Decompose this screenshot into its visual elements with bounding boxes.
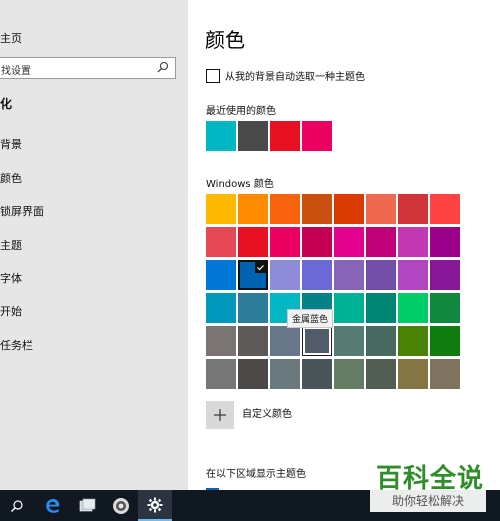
recent-color-swatch[interactable] [238,121,268,151]
show-accent-label: 在以下区域显示主题色 [206,469,306,480]
settings-icon [147,497,163,512]
windows-color-swatch[interactable] [238,293,268,323]
windows-color-swatch[interactable] [238,326,268,356]
windows-color-swatch[interactable] [302,227,332,257]
windows-color-swatch[interactable] [366,359,396,389]
color-tooltip: 金属蓝色 [287,309,334,328]
recent-color-swatch[interactable] [270,121,300,151]
search-text: 找设置 [1,66,31,77]
windows-color-swatch[interactable] [206,293,236,323]
search-icon [157,62,168,73]
taskbar-search-button[interactable] [0,490,34,521]
sidebar-item-home[interactable]: 主页 [0,30,22,46]
windows-color-swatch[interactable] [270,359,300,389]
app-icon [79,498,96,511]
windows-color-swatch[interactable] [430,260,460,290]
windows-color-swatch[interactable] [430,326,460,356]
section-title: 化 [0,97,13,111]
taskbar-app-button-2[interactable] [104,490,138,521]
edge-icon [46,498,60,513]
windows-color-swatch[interactable] [430,293,460,323]
windows-color-swatch[interactable] [366,260,396,290]
search-icon [11,499,23,512]
app-icon-2 [113,497,129,514]
windows-color-swatch[interactable] [206,359,236,389]
windows-colors-label: Windows 颜色 [206,179,274,190]
watermark-subtitle: 助你轻松解决 [370,490,486,512]
taskbar-app-button[interactable] [70,490,104,521]
watermark: 百科全说 助你轻松解决 [370,458,492,514]
windows-color-swatch[interactable] [238,359,268,389]
windows-color-swatch[interactable] [270,260,300,290]
windows-color-swatch[interactable] [366,194,396,224]
windows-color-swatch[interactable] [398,326,428,356]
sidebar-item-start[interactable]: 开始 [0,303,22,319]
windows-color-swatch[interactable] [206,326,236,356]
sidebar-item-colors[interactable]: 颜色 [0,170,22,186]
windows-color-swatch[interactable] [398,227,428,257]
windows-color-swatch[interactable] [270,194,300,224]
windows-color-swatch[interactable] [302,194,332,224]
windows-color-swatch[interactable] [206,260,236,290]
taskbar-edge-button[interactable] [36,490,70,521]
windows-color-swatch[interactable] [302,326,332,356]
windows-color-swatch[interactable] [366,326,396,356]
windows-color-swatch[interactable] [334,293,364,323]
search-input[interactable]: 找设置 [0,57,176,79]
windows-color-swatch[interactable] [398,359,428,389]
recent-colors-label: 最近使用的颜色 [206,106,276,117]
recent-color-swatch[interactable] [206,121,236,151]
sidebar-item-taskbar[interactable]: 任务栏 [0,337,33,353]
custom-color-label: 自定义颜色 [242,409,292,420]
sidebar-item-background[interactable]: 背景 [0,136,22,152]
sidebar: 主页 找设置 化 背景 颜色 锁屏界面 主题 字体 开始 任务栏 [0,0,188,490]
windows-color-swatch[interactable] [398,194,428,224]
windows-color-swatch[interactable] [334,194,364,224]
windows-color-swatch[interactable] [398,293,428,323]
recent-color-swatch[interactable] [302,121,332,151]
windows-color-swatch[interactable] [302,260,332,290]
windows-color-swatch[interactable] [270,326,300,356]
windows-color-swatch[interactable] [238,227,268,257]
auto-pick-label: 从我的背景自动选取一种主题色 [225,72,365,83]
windows-color-swatch[interactable] [430,194,460,224]
windows-color-swatch[interactable] [398,260,428,290]
sidebar-item-themes[interactable]: 主题 [0,237,22,253]
windows-color-swatch[interactable] [270,227,300,257]
auto-pick-checkbox[interactable] [206,69,220,83]
add-custom-color-button[interactable] [206,401,234,429]
taskbar-settings-button[interactable] [138,490,172,521]
windows-color-swatch[interactable] [238,260,268,290]
windows-color-swatch[interactable] [334,326,364,356]
windows-color-swatch[interactable] [302,359,332,389]
windows-color-swatch[interactable] [206,194,236,224]
page-title: 颜色 [205,28,245,52]
windows-color-swatch[interactable] [366,227,396,257]
windows-color-swatch[interactable] [334,359,364,389]
windows-color-swatch[interactable] [430,227,460,257]
plus-icon [214,409,226,421]
windows-color-swatch[interactable] [430,359,460,389]
sidebar-item-lockscreen[interactable]: 锁屏界面 [0,203,44,219]
windows-color-swatch[interactable] [206,227,236,257]
windows-color-swatch[interactable] [334,227,364,257]
windows-color-swatch[interactable] [238,194,268,224]
sidebar-item-fonts[interactable]: 字体 [0,270,22,286]
windows-color-swatch[interactable] [334,260,364,290]
windows-color-swatch[interactable] [366,293,396,323]
check-icon [255,262,266,273]
